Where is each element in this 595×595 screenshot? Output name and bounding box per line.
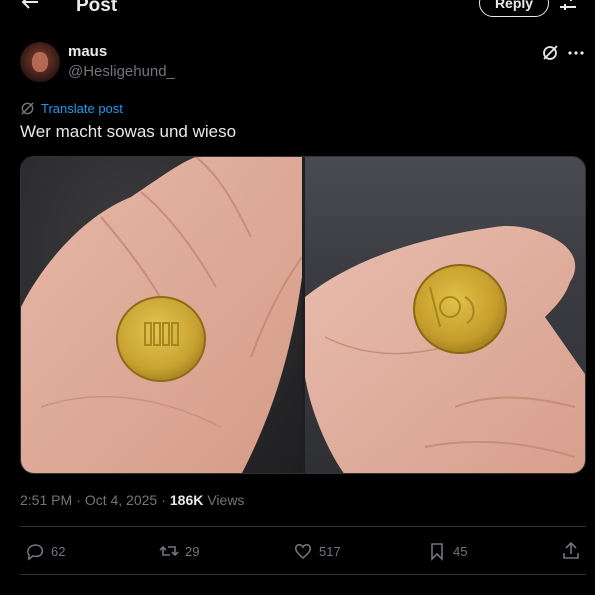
author-display-name[interactable]: maus	[68, 43, 107, 60]
post-media[interactable]	[20, 156, 586, 474]
share-action[interactable]	[561, 540, 581, 562]
bookmark-icon	[431, 543, 443, 561]
translate-post-label[interactable]: Translate post	[41, 101, 123, 116]
repost-count: 29	[185, 543, 200, 559]
post-meta: 2:51 PM · Oct 4, 2025 · 186K Views	[20, 492, 244, 508]
share-icon	[563, 541, 579, 559]
author-handle[interactable]: @Hesligehund_	[68, 63, 175, 80]
views-label: Views	[207, 492, 245, 508]
page-title: Post	[76, 0, 118, 16]
photo-coin-fingers[interactable]	[305, 157, 585, 473]
back-arrow-icon[interactable]	[20, 0, 40, 12]
divider	[20, 574, 586, 575]
views-count: 186K	[169, 492, 204, 508]
repost-action[interactable]: 29	[159, 540, 199, 562]
reply-action[interactable]: 62	[25, 540, 65, 562]
like-count: 517	[319, 543, 341, 559]
reply-icon	[27, 544, 44, 561]
post-time[interactable]: 2:51 PM	[20, 492, 72, 508]
reply-count: 62	[51, 543, 66, 559]
grok-icon[interactable]	[541, 44, 559, 62]
post-date[interactable]: Oct 4, 2025	[85, 492, 157, 508]
repost-icon	[159, 545, 179, 557]
more-options-icon[interactable]	[566, 44, 586, 62]
settings-sliders-icon[interactable]	[558, 0, 578, 12]
translate-post-link[interactable]: Translate post	[20, 99, 123, 117]
reply-button[interactable]: Reply	[479, 0, 549, 17]
meta-separator: ·	[161, 492, 166, 508]
heart-icon	[294, 543, 312, 560]
photo-coin-flat-palm[interactable]	[21, 157, 302, 473]
bookmark-count: 45	[453, 543, 468, 559]
bookmark-action[interactable]: 45	[427, 540, 467, 562]
translate-icon	[21, 101, 34, 115]
divider	[20, 526, 586, 527]
avatar[interactable]	[20, 42, 60, 82]
meta-separator: ·	[76, 492, 81, 508]
like-action[interactable]: 517	[293, 540, 341, 562]
post-text: Wer macht sowas und wieso	[20, 122, 237, 141]
